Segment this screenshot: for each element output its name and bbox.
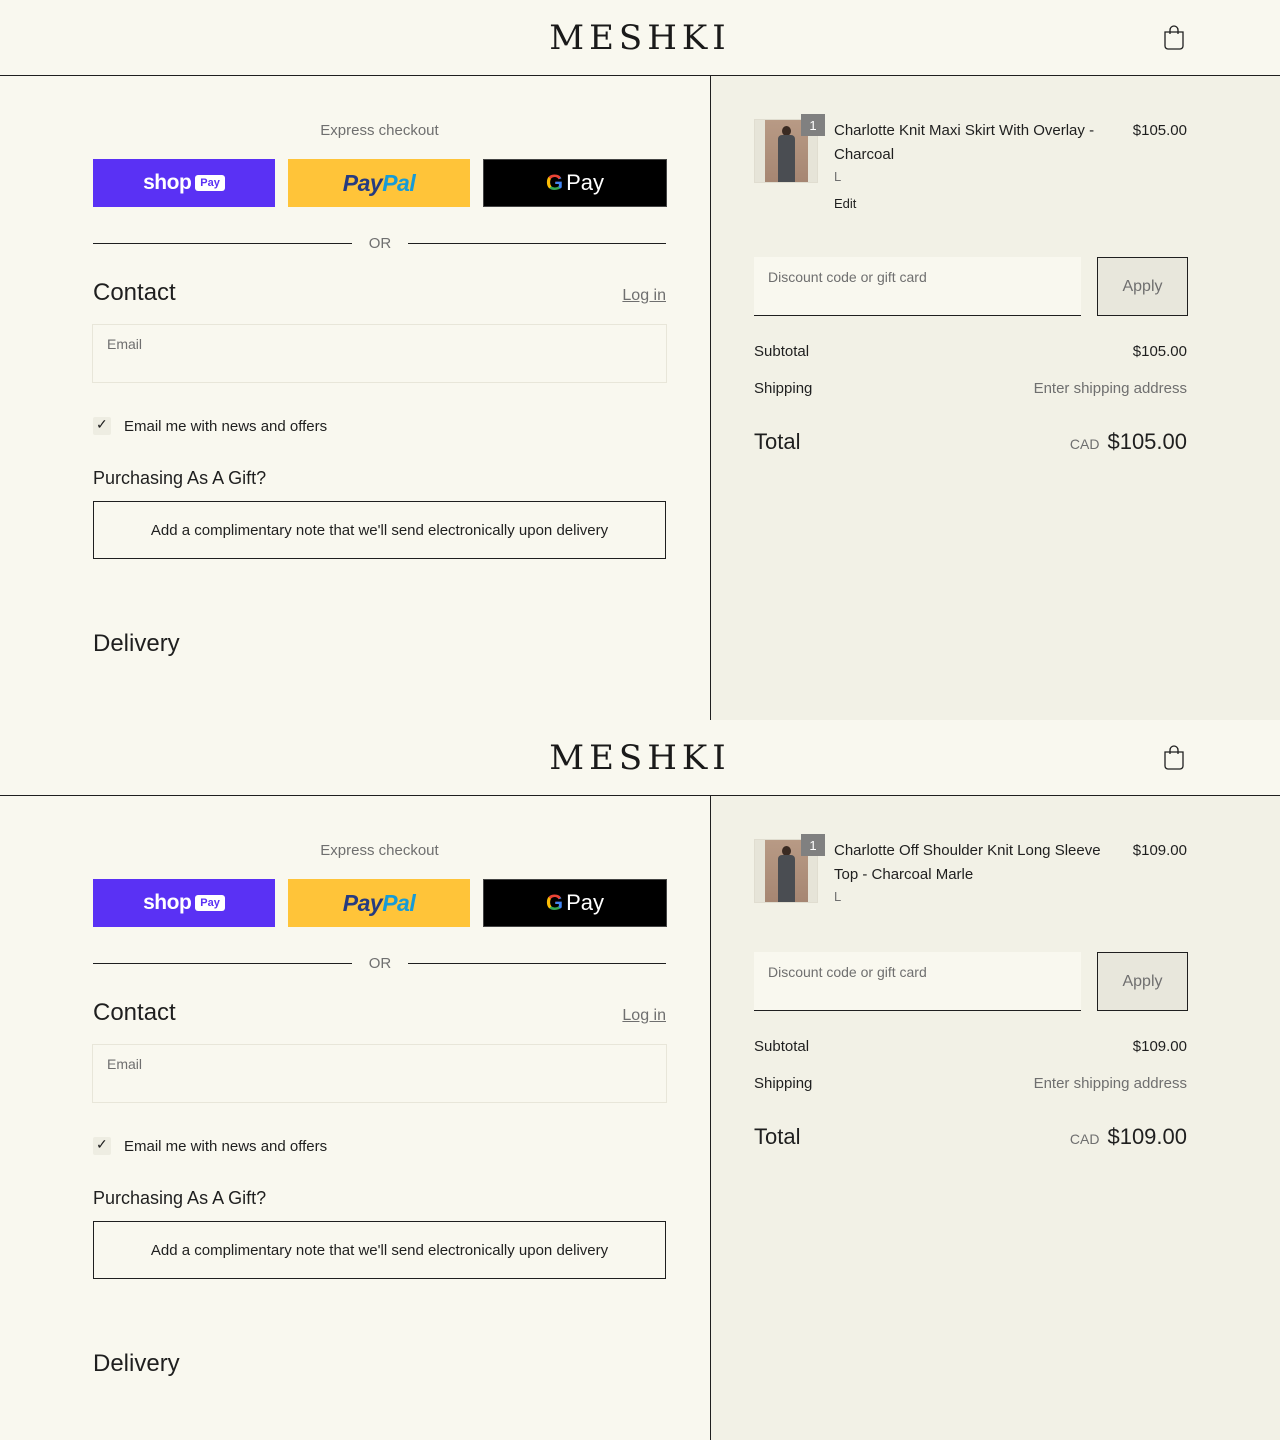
brand-logo[interactable]: MESHKI: [0, 738, 1280, 778]
shopping-bag-icon[interactable]: [1162, 744, 1186, 770]
site-header: MESHKI: [0, 720, 1280, 796]
express-checkout-label: Express checkout: [320, 842, 439, 859]
checkout-screen-2: MESHKI Express checkout shop Pay PayPal …: [0, 720, 1280, 1440]
paypal-logo: PayPal: [342, 169, 416, 197]
product-size: L: [834, 889, 842, 904]
express-checkout-label: Express checkout: [320, 122, 439, 139]
or-label: OR: [368, 235, 392, 252]
product-price: $109.00: [1132, 842, 1187, 859]
or-divider: OR: [93, 234, 666, 254]
paypal-logo-pal: Pal: [382, 889, 416, 916]
shipping-value: Enter shipping address: [1033, 380, 1187, 397]
shop-pay-badge: Pay: [195, 175, 225, 191]
shop-pay-word: shop: [143, 171, 192, 194]
product-name: Charlotte Knit Maxi Skirt With Overlay -…: [834, 122, 1095, 163]
gift-heading: Purchasing As A Gift?: [93, 1188, 267, 1208]
checkmark-icon: ✓: [96, 416, 108, 432]
discount-code-input[interactable]: Discount code or gift card: [754, 952, 1081, 1011]
total-value: $105.00: [1107, 429, 1187, 454]
paypal-button[interactable]: PayPal: [288, 879, 470, 927]
order-summary: 1 Charlotte Off Shoulder Knit Long Sleev…: [710, 796, 1280, 1440]
apply-discount-button[interactable]: Apply: [1097, 257, 1188, 316]
gift-note-button[interactable]: Add a complimentary note that we'll send…: [93, 501, 666, 559]
checkmark-icon: ✓: [96, 1136, 108, 1152]
quantity-badge: 1: [801, 114, 825, 136]
email-field[interactable]: Email: [92, 1044, 667, 1103]
google-pay-word: Pay: [566, 170, 605, 195]
currency-code: CAD: [1069, 1131, 1100, 1147]
shop-pay-word: shop: [143, 891, 192, 914]
site-header: MESHKI: [0, 0, 1280, 76]
product-price: $105.00: [1132, 122, 1187, 139]
divider-line-right: [408, 963, 666, 964]
shipping-label: Shipping: [754, 380, 813, 397]
checkout-screen-1: MESHKI Express checkout shop Pay PayPal …: [0, 0, 1280, 720]
subtotal-value: $105.00: [1132, 343, 1187, 360]
gift-heading: Purchasing As A Gift?: [93, 468, 267, 488]
discount-code-input[interactable]: Discount code or gift card: [754, 257, 1081, 316]
news-offers-checkbox[interactable]: ✓: [93, 1136, 111, 1155]
or-label: OR: [368, 955, 392, 972]
total-label: Total: [754, 429, 801, 454]
total-amount: CAD $109.00: [1070, 1124, 1187, 1150]
paypal-logo-pal: Pal: [382, 169, 416, 196]
product-size: L: [834, 169, 842, 184]
divider-line-left: [93, 243, 352, 244]
google-g-icon: G: [545, 890, 564, 915]
subtotal-label: Subtotal: [754, 1038, 810, 1055]
login-link[interactable]: Log in: [622, 287, 666, 305]
contact-heading: Contact: [93, 279, 176, 306]
contact-heading: Contact: [93, 999, 176, 1026]
discount-placeholder: Discount code or gift card: [768, 964, 927, 980]
google-g-icon: G: [545, 170, 564, 195]
news-offers-label: Email me with news and offers: [124, 1138, 328, 1155]
email-placeholder: Email: [107, 1056, 143, 1072]
delivery-heading: Delivery: [93, 1350, 180, 1377]
paypal-logo: PayPal: [342, 889, 416, 917]
product-name: Charlotte Off Shoulder Knit Long Sleeve …: [834, 842, 1101, 883]
total-label: Total: [754, 1124, 801, 1149]
news-offers-checkbox[interactable]: ✓: [93, 416, 111, 435]
subtotal-label: Subtotal: [754, 343, 810, 360]
google-pay-button[interactable]: G Pay: [483, 879, 667, 927]
shipping-value: Enter shipping address: [1033, 1075, 1187, 1092]
google-pay-button[interactable]: G Pay: [483, 159, 667, 207]
brand-logo[interactable]: MESHKI: [0, 18, 1280, 58]
paypal-logo-pay: Pay: [342, 169, 383, 196]
shipping-label: Shipping: [754, 1075, 813, 1092]
divider-line-right: [408, 243, 666, 244]
total-value: $109.00: [1107, 1124, 1187, 1149]
email-field[interactable]: Email: [92, 324, 667, 383]
shopping-bag-icon[interactable]: [1162, 24, 1186, 50]
email-placeholder: Email: [107, 336, 143, 352]
shop-pay-button[interactable]: shop Pay: [93, 879, 275, 927]
divider-line-left: [93, 963, 352, 964]
order-summary: 1 Charlotte Knit Maxi Skirt With Overlay…: [710, 76, 1280, 720]
apply-discount-button[interactable]: Apply: [1097, 952, 1188, 1011]
model-top-shape: [778, 855, 795, 902]
quantity-badge: 1: [801, 834, 825, 856]
or-divider: OR: [93, 954, 666, 974]
login-link[interactable]: Log in: [622, 1007, 666, 1025]
paypal-button[interactable]: PayPal: [288, 159, 470, 207]
discount-placeholder: Discount code or gift card: [768, 269, 927, 285]
delivery-heading: Delivery: [93, 630, 180, 657]
shop-pay-button[interactable]: shop Pay: [93, 159, 275, 207]
checkout-main: Express checkout shop Pay PayPal G Pay O…: [0, 76, 710, 720]
currency-code: CAD: [1069, 436, 1100, 452]
checkout-main: Express checkout shop Pay PayPal G Pay O…: [0, 796, 710, 1440]
total-amount: CAD $105.00: [1070, 429, 1187, 455]
subtotal-value: $109.00: [1132, 1038, 1187, 1055]
model-dress-shape: [778, 135, 795, 182]
google-pay-word: Pay: [566, 890, 605, 915]
shop-pay-badge: Pay: [195, 895, 225, 911]
paypal-logo-pay: Pay: [342, 889, 383, 916]
news-offers-label: Email me with news and offers: [124, 418, 328, 435]
edit-item-link[interactable]: Edit: [834, 196, 856, 211]
gift-note-button[interactable]: Add a complimentary note that we'll send…: [93, 1221, 666, 1279]
